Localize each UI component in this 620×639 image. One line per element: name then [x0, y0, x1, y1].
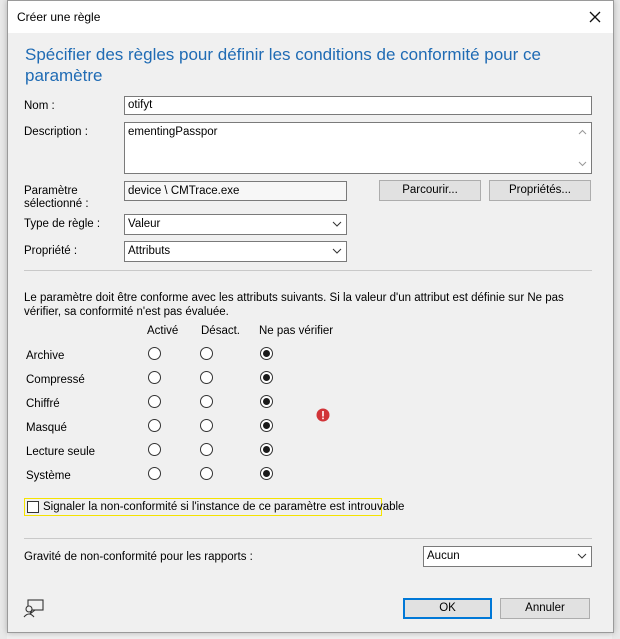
radio-enabled[interactable]: [148, 419, 161, 432]
severity-select[interactable]: Aucun: [423, 546, 592, 567]
radio-disabled[interactable]: [200, 347, 213, 360]
chevron-down-icon: [577, 553, 587, 559]
selected-setting-label: Paramètre sélectionné :: [24, 185, 89, 210]
feedback-icon[interactable]: [23, 598, 45, 618]
severity-label: Gravité de non-conformité pour les rappo…: [24, 551, 253, 563]
attribute-label-archive: Archive: [26, 350, 65, 362]
attribute-label-hidden: Masqué: [26, 422, 67, 434]
chevron-down-icon: [332, 221, 342, 227]
description-text: ementingPasspor: [128, 126, 218, 138]
description-field[interactable]: ementingPasspor: [124, 122, 592, 174]
property-label: Propriété :: [24, 245, 78, 257]
report-noncompliance-label: Signaler la non-conformité si l'instance…: [43, 501, 405, 513]
radio-disabled[interactable]: [200, 371, 213, 384]
radio-do-not-check[interactable]: [260, 419, 273, 432]
create-rule-dialog: Créer une règle Spécifier des règles pou…: [7, 0, 614, 633]
attribute-label-read-only: Lecture seule: [26, 446, 96, 458]
rule-type-value: Valeur: [128, 218, 161, 230]
radio-enabled[interactable]: [148, 395, 161, 408]
checkbox-box[interactable]: [27, 501, 39, 513]
description-scrollbar[interactable]: [575, 124, 590, 172]
separator: [24, 270, 592, 271]
radio-disabled[interactable]: [200, 443, 213, 456]
separator: [24, 538, 592, 539]
radio-enabled[interactable]: [148, 467, 161, 480]
column-header-disabled: Désact.: [201, 325, 240, 337]
scroll-up-icon[interactable]: [575, 126, 590, 138]
rule-type-label: Type de règle :: [24, 218, 101, 230]
name-field[interactable]: otifyt: [124, 96, 592, 115]
attribute-label-system: Système: [26, 470, 71, 482]
title-bar: Créer une règle: [8, 1, 613, 33]
radio-enabled[interactable]: [148, 443, 161, 456]
selected-setting-field: device \ CMTrace.exe: [124, 181, 347, 201]
property-value: Attributs: [128, 245, 171, 257]
error-icon: [316, 408, 330, 422]
scroll-down-icon[interactable]: [575, 158, 590, 170]
chevron-down-icon: [332, 248, 342, 254]
column-header-do-not-check: Ne pas vérifier: [259, 325, 334, 337]
radio-disabled[interactable]: [200, 467, 213, 480]
radio-do-not-check[interactable]: [260, 395, 273, 408]
radio-enabled[interactable]: [148, 371, 161, 384]
property-select[interactable]: Attributs: [124, 241, 347, 262]
rule-type-select[interactable]: Valeur: [124, 214, 347, 235]
name-label: Nom :: [24, 100, 55, 112]
browse-button[interactable]: Parcourir...: [379, 180, 481, 201]
radio-do-not-check[interactable]: [260, 443, 273, 456]
radio-disabled[interactable]: [200, 419, 213, 432]
radio-disabled[interactable]: [200, 395, 213, 408]
severity-value: Aucun: [427, 550, 460, 562]
background-window-strip: [0, 0, 7, 639]
report-noncompliance-checkbox[interactable]: Signaler la non-conformité si l'instance…: [24, 498, 404, 516]
close-icon[interactable]: [583, 5, 607, 29]
window-title: Créer une règle: [17, 10, 101, 24]
radio-do-not-check[interactable]: [260, 347, 273, 360]
attributes-description: Le paramètre doit être conforme avec les…: [24, 292, 564, 318]
attribute-label-compressed: Compressé: [26, 374, 85, 386]
radio-do-not-check[interactable]: [260, 467, 273, 480]
description-label: Description :: [24, 126, 88, 138]
cancel-button[interactable]: Annuler: [500, 598, 590, 619]
attribute-label-encrypted: Chiffré: [26, 398, 60, 410]
radio-enabled[interactable]: [148, 347, 161, 360]
ok-button[interactable]: OK: [403, 598, 492, 619]
properties-button[interactable]: Propriétés...: [489, 180, 591, 201]
page-heading: Spécifier des règles pour définir les co…: [25, 45, 541, 85]
radio-do-not-check[interactable]: [260, 371, 273, 384]
column-header-enabled: Activé: [147, 325, 179, 337]
